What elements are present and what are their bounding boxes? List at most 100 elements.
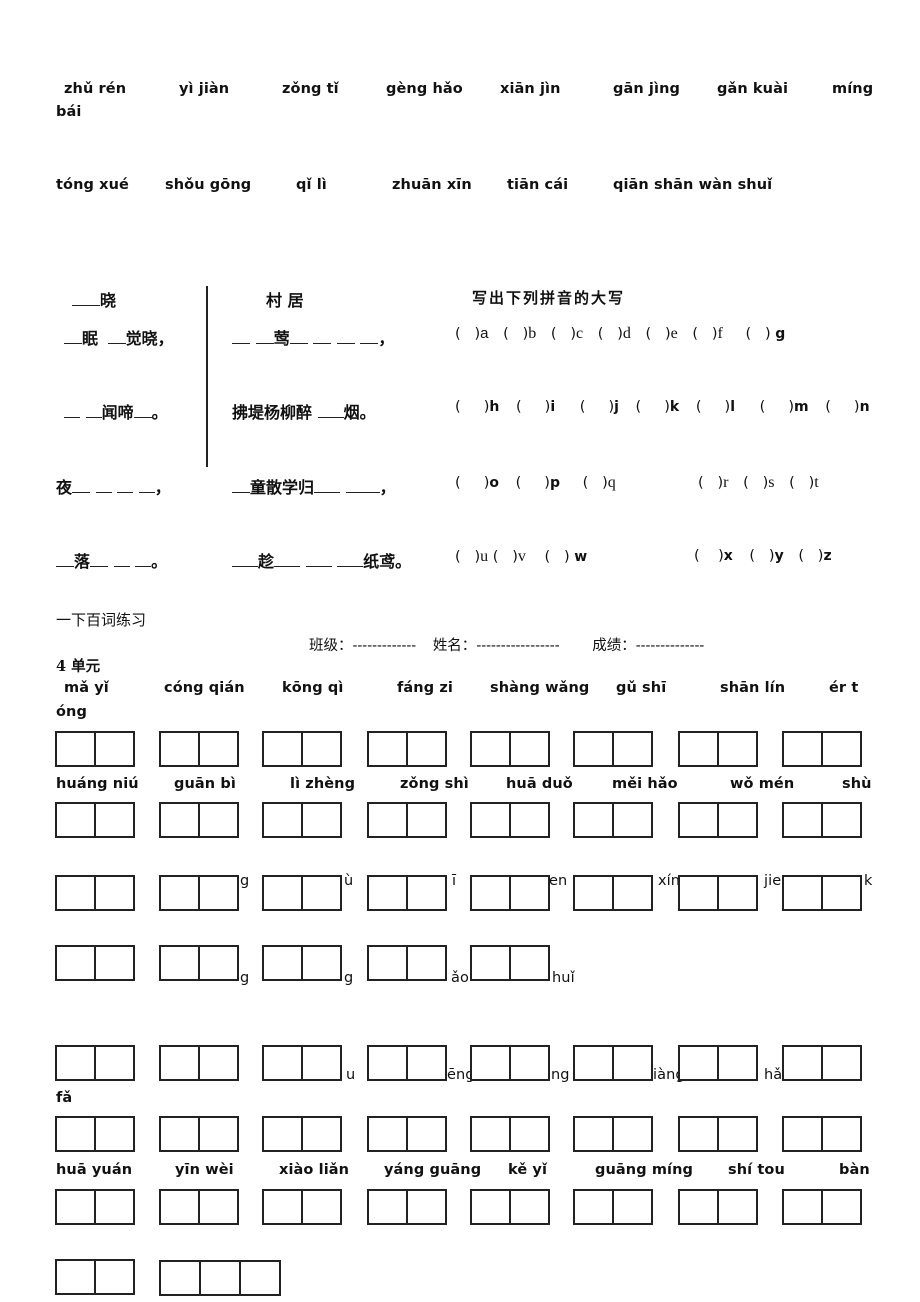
blank[interactable]	[64, 405, 80, 418]
blank[interactable]	[232, 554, 258, 567]
writing-box[interactable]	[55, 945, 135, 981]
character-cell[interactable]	[612, 733, 651, 765]
character-cell[interactable]	[198, 733, 237, 765]
writing-box[interactable]	[782, 802, 862, 838]
answer-slot[interactable]: ( )	[598, 326, 623, 342]
character-cell[interactable]	[612, 804, 651, 836]
blank[interactable]	[314, 480, 341, 493]
character-cell[interactable]	[301, 1118, 340, 1150]
answer-slot[interactable]: ( )	[455, 326, 480, 342]
character-cell[interactable]	[301, 947, 340, 979]
blank[interactable]	[232, 480, 250, 493]
character-cell[interactable]	[509, 947, 548, 979]
writing-box[interactable]	[470, 1189, 550, 1225]
writing-box[interactable]	[262, 731, 342, 767]
character-cell[interactable]	[717, 733, 756, 765]
blank[interactable]	[336, 331, 355, 344]
writing-box[interactable]	[159, 875, 239, 911]
character-cell[interactable]	[717, 1191, 756, 1223]
class-field[interactable]: -------------	[353, 638, 417, 654]
character-cell[interactable]	[94, 1118, 133, 1150]
character-cell[interactable]	[94, 1191, 133, 1223]
blank[interactable]	[317, 405, 344, 418]
writing-box[interactable]	[782, 1045, 862, 1081]
character-cell[interactable]	[264, 1191, 301, 1223]
character-cell[interactable]	[406, 804, 445, 836]
blank[interactable]	[274, 554, 301, 567]
character-cell[interactable]	[198, 1191, 237, 1223]
character-cell[interactable]	[509, 733, 548, 765]
character-cell[interactable]	[369, 804, 406, 836]
answer-slot[interactable]: ( )	[503, 326, 528, 342]
writing-box[interactable]	[159, 731, 239, 767]
writing-box[interactable]	[159, 1260, 281, 1296]
blank[interactable]	[64, 331, 82, 344]
character-cell[interactable]	[821, 804, 860, 836]
character-cell[interactable]	[161, 877, 198, 909]
writing-box[interactable]	[573, 1189, 653, 1225]
character-cell[interactable]	[472, 877, 509, 909]
writing-box[interactable]	[55, 1259, 135, 1295]
character-cell[interactable]	[57, 1118, 94, 1150]
character-cell[interactable]	[301, 1191, 340, 1223]
writing-box[interactable]	[573, 731, 653, 767]
character-cell[interactable]	[94, 947, 133, 979]
character-cell[interactable]	[301, 733, 340, 765]
writing-box[interactable]	[573, 1045, 653, 1081]
character-cell[interactable]	[472, 733, 509, 765]
answer-slot[interactable]: ( )	[798, 548, 823, 564]
character-cell[interactable]	[680, 1191, 717, 1223]
writing-box[interactable]	[573, 1116, 653, 1152]
writing-box[interactable]	[678, 1045, 758, 1081]
character-cell[interactable]	[161, 1262, 199, 1294]
writing-box[interactable]	[782, 1189, 862, 1225]
character-cell[interactable]	[680, 804, 717, 836]
writing-box[interactable]	[573, 875, 653, 911]
character-cell[interactable]	[239, 1262, 279, 1294]
writing-box[interactable]	[470, 802, 550, 838]
character-cell[interactable]	[821, 1191, 860, 1223]
blank[interactable]	[289, 331, 308, 344]
character-cell[interactable]	[406, 877, 445, 909]
character-cell[interactable]	[161, 733, 198, 765]
character-cell[interactable]	[161, 804, 198, 836]
character-cell[interactable]	[406, 947, 445, 979]
answer-slot[interactable]: ( )	[825, 399, 859, 415]
character-cell[interactable]	[821, 1118, 860, 1150]
blank[interactable]	[117, 480, 134, 493]
blank[interactable]	[138, 480, 155, 493]
character-cell[interactable]	[784, 733, 821, 765]
writing-box[interactable]	[55, 802, 135, 838]
character-cell[interactable]	[717, 877, 756, 909]
writing-box[interactable]	[470, 731, 550, 767]
character-cell[interactable]	[784, 1047, 821, 1079]
answer-slot[interactable]: ( )	[516, 475, 550, 491]
character-cell[interactable]	[472, 1118, 509, 1150]
writing-box[interactable]	[262, 945, 342, 981]
character-cell[interactable]	[472, 1191, 509, 1223]
character-cell[interactable]	[821, 877, 860, 909]
character-cell[interactable]	[161, 947, 198, 979]
answer-slot[interactable]: ( )	[455, 399, 489, 415]
character-cell[interactable]	[301, 804, 340, 836]
writing-box[interactable]	[367, 1045, 447, 1081]
writing-box[interactable]	[782, 875, 862, 911]
character-cell[interactable]	[198, 947, 237, 979]
character-cell[interactable]	[264, 947, 301, 979]
character-cell[interactable]	[264, 1118, 301, 1150]
blank[interactable]	[95, 480, 112, 493]
character-cell[interactable]	[784, 804, 821, 836]
blank[interactable]	[72, 293, 100, 306]
character-cell[interactable]	[472, 1047, 509, 1079]
answer-slot[interactable]: ( )	[551, 326, 576, 342]
character-cell[interactable]	[57, 947, 94, 979]
writing-box[interactable]	[782, 1116, 862, 1152]
answer-slot[interactable]: ( )	[696, 399, 730, 415]
blank[interactable]	[90, 554, 109, 567]
answer-slot[interactable]: ( )	[692, 326, 717, 342]
writing-box[interactable]	[470, 875, 550, 911]
character-cell[interactable]	[161, 1118, 198, 1150]
character-cell[interactable]	[57, 877, 94, 909]
score-field[interactable]: --------------	[636, 638, 705, 654]
writing-box[interactable]	[678, 875, 758, 911]
